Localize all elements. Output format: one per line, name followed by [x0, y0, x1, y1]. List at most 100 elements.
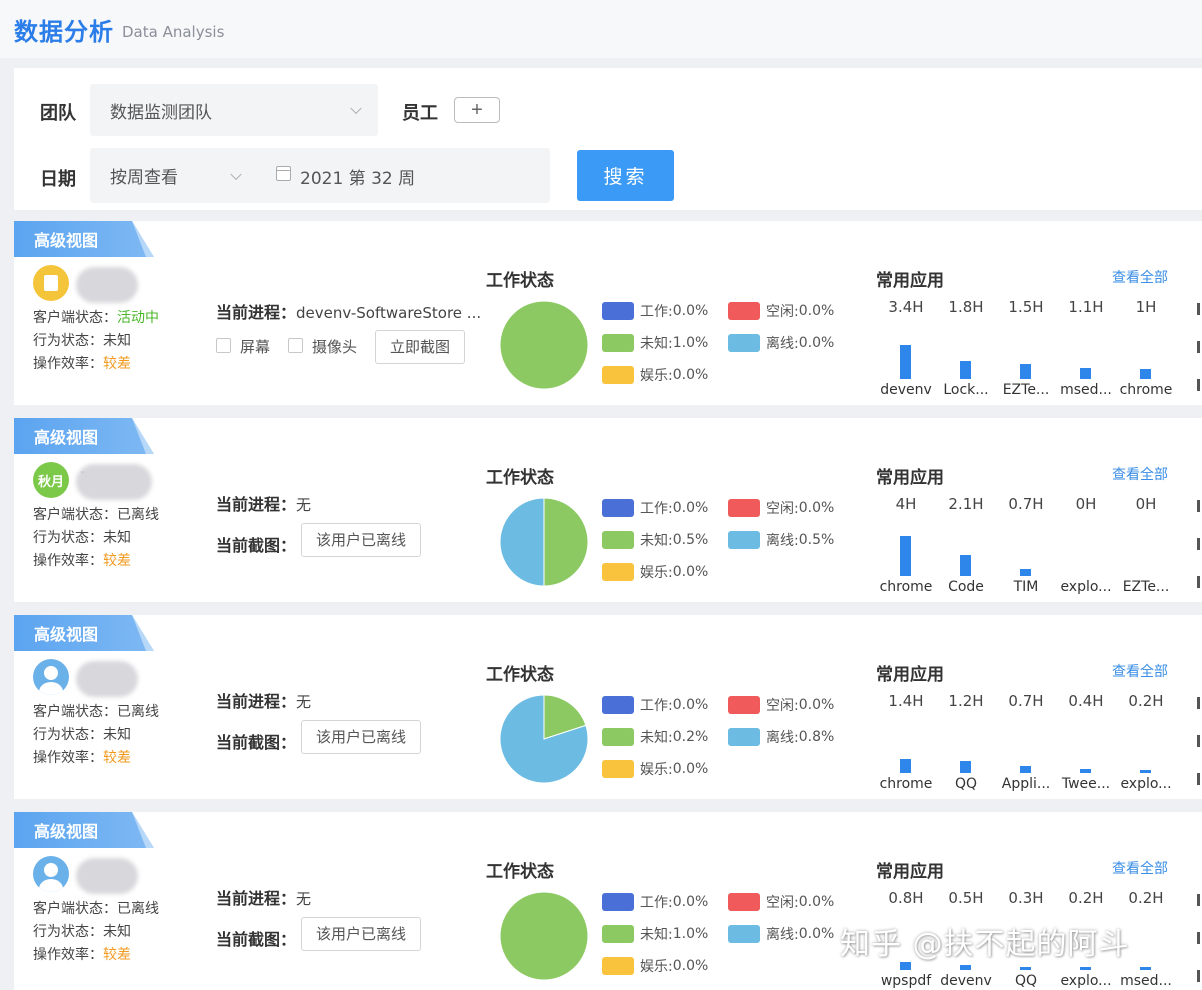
- current-process: 当前进程：无: [216, 491, 311, 515]
- process-label: 当前进程：: [216, 495, 297, 514]
- client-status-row: 客户端状态：已离线: [33, 504, 159, 524]
- app-name: explo...: [1060, 579, 1112, 595]
- screenshot-label: 当前截图：: [216, 930, 297, 949]
- legend-work: 工作: 0.0%: [602, 498, 708, 518]
- doc-icon: [33, 265, 69, 301]
- legend-value-work: 0.0%: [672, 894, 709, 910]
- pie-slice-unknown: [499, 891, 589, 981]
- legend-value-idle: 0.0%: [798, 894, 835, 910]
- blurred-user-name: [76, 858, 138, 894]
- app-name: QQ: [954, 776, 978, 792]
- legend-swatch-idle: [728, 302, 760, 320]
- app-name: EZTe...: [1122, 579, 1170, 595]
- legend-swatch-fun: [602, 563, 634, 581]
- app-name: TIM: [1013, 579, 1039, 595]
- blurred-user-name: [76, 661, 138, 697]
- team-select[interactable]: 数据监测团队: [90, 84, 378, 136]
- legend-work: 工作: 0.0%: [602, 301, 708, 321]
- app-usage-bar: [960, 555, 971, 576]
- legend-value-fun: 0.0%: [672, 958, 709, 974]
- legend-value-offline: 0.0%: [798, 335, 835, 351]
- advanced-view-ribbon[interactable]: 高级视图: [14, 615, 154, 651]
- legend-swatch-fun: [602, 760, 634, 778]
- legend-value-unknown: 0.2%: [672, 729, 709, 745]
- user-card: 高级视图 客户端状态：已离线 行为状态：未知 操作效率：较差 当前进程：无 当前截图： 该用…: [14, 615, 1202, 799]
- legend-offline: 离线: 0.5%: [728, 530, 834, 550]
- legend-label-offline: 离线:: [766, 730, 799, 746]
- current-process: 当前进程：devenv-SoftwareStore ...: [216, 299, 481, 323]
- team-label: 团队: [40, 103, 76, 124]
- advanced-view-ribbon[interactable]: 高级视图: [14, 812, 154, 848]
- user-offline-button[interactable]: 该用户已离线: [301, 917, 422, 951]
- legend-swatch-work: [602, 302, 634, 320]
- client-status-row: 客户端状态：活动中: [33, 307, 159, 327]
- legend-unknown: 未知: 0.5%: [602, 530, 708, 550]
- screenshot-label: 当前截图：: [216, 536, 297, 555]
- behavior-status-value: 未知: [103, 530, 131, 546]
- app-usage-item: 0H EZTe...: [1116, 418, 1176, 602]
- app-usage-bar: [900, 759, 911, 773]
- app-name: Twee...: [1061, 776, 1111, 792]
- overflow-indicator: [1197, 735, 1200, 747]
- add-employee-button[interactable]: +: [454, 97, 500, 123]
- legend-swatch-offline: [728, 925, 760, 943]
- legend-swatch-unknown: [602, 531, 634, 549]
- user-offline-button[interactable]: 该用户已离线: [301, 523, 422, 557]
- legend-value-offline: 0.0%: [798, 926, 835, 942]
- legend-value-work: 0.0%: [672, 500, 709, 516]
- date-label: 日期: [40, 169, 76, 190]
- camera-checkbox-label: 摄像头: [312, 338, 358, 356]
- user-offline-button[interactable]: 该用户已离线: [301, 720, 422, 754]
- app-usage-bar: [1020, 766, 1031, 773]
- work-status-title: 工作状态: [486, 862, 554, 882]
- app-name: msed...: [1060, 382, 1112, 398]
- app-usage-item: 1.1H msed...: [1056, 221, 1116, 405]
- app-usage-item: 1.8H Lock...: [936, 221, 996, 405]
- app-hours: 0.7H: [1008, 692, 1044, 710]
- app-usage-bar: [900, 536, 911, 576]
- app-name: Lock...: [943, 382, 989, 398]
- app-usage-item: 0.4H Twee...: [1056, 615, 1116, 799]
- user-icon: [33, 659, 69, 695]
- client-status-label: 客户端状态：: [33, 507, 117, 523]
- app-usage-item: 0.2H explo...: [1056, 812, 1116, 990]
- legend-value-unknown: 1.0%: [672, 926, 709, 942]
- screen-checkbox[interactable]: [216, 338, 231, 353]
- date-mode-select[interactable]: 按周查看: [90, 148, 258, 203]
- app-name: chrome: [879, 776, 933, 792]
- legend-swatch-unknown: [602, 728, 634, 746]
- legend-label-work: 工作:: [640, 895, 673, 911]
- behavior-status-row: 行为状态：未知: [33, 330, 131, 350]
- capture-now-button[interactable]: 立即截图: [375, 330, 466, 364]
- behavior-status-row: 行为状态：未知: [33, 527, 131, 547]
- client-status-value: 活动中: [117, 310, 159, 326]
- efficiency-row: 操作效率：较差: [33, 944, 131, 964]
- app-usage-bar: [1080, 967, 1091, 970]
- client-status-row: 客户端状态：已离线: [33, 701, 159, 721]
- legend-swatch-idle: [728, 499, 760, 517]
- date-mode-value: 按周查看: [110, 168, 178, 188]
- legend-label-fun: 娱乐:: [640, 762, 673, 778]
- advanced-view-ribbon[interactable]: 高级视图: [14, 221, 154, 257]
- app-hours: 1.4H: [888, 692, 924, 710]
- app-usage-item: 0.5H devenv: [936, 812, 996, 990]
- app-hours: 0.2H: [1068, 889, 1104, 907]
- client-status-value: 已离线: [117, 901, 159, 917]
- app-usage-bar: [1140, 967, 1151, 970]
- app-usage-bar: [1140, 369, 1151, 379]
- week-picker[interactable]: 2021 第 32 周: [300, 164, 415, 189]
- search-button[interactable]: 搜索: [577, 150, 674, 201]
- app-name: devenv: [880, 382, 932, 398]
- app-usage-item: 2.1H Code: [936, 418, 996, 602]
- camera-checkbox[interactable]: [288, 338, 303, 353]
- user-card: 高级视图秋月王客户端状态：已离线行为状态：未知操作效率：较差当前进程：无当前截图…: [14, 418, 1202, 602]
- legend-value-idle: 0.0%: [798, 697, 835, 713]
- work-status-pie: [499, 300, 589, 390]
- app-hours: 0.8H: [888, 889, 924, 907]
- app-name: wpspdf: [880, 973, 932, 989]
- legend-swatch-work: [602, 499, 634, 517]
- behavior-status-label: 行为状态：: [33, 530, 103, 546]
- advanced-view-ribbon[interactable]: 高级视图: [14, 418, 154, 454]
- legend-label-fun: 娱乐:: [640, 368, 673, 384]
- legend-label-idle: 空闲:: [766, 698, 799, 714]
